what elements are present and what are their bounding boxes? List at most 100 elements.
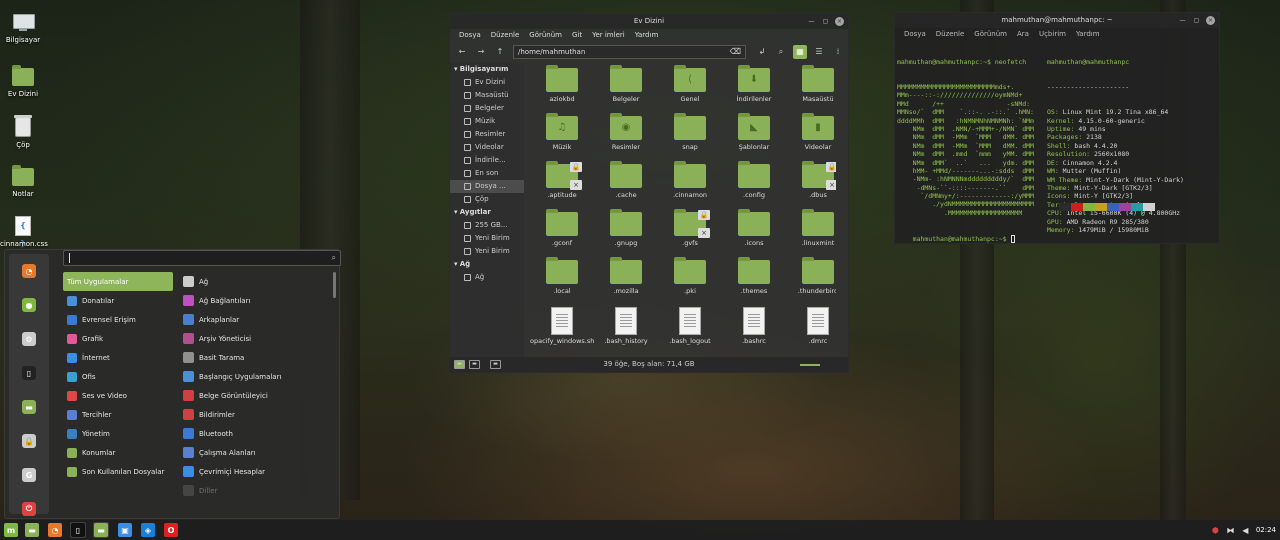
- file-item[interactable]: .cinnamon: [658, 161, 722, 209]
- sidebar-item[interactable]: En son: [450, 167, 524, 180]
- sidebar-item[interactable]: Ağ: [450, 271, 524, 284]
- menu-category[interactable]: Ses ve Video: [63, 386, 173, 405]
- file-item[interactable]: .thunderbird: [786, 257, 836, 305]
- taskbar-item[interactable]: m: [3, 522, 19, 538]
- taskbar-item[interactable]: ▬: [24, 522, 40, 538]
- menu-app-item[interactable]: Basit Tarama: [179, 348, 329, 367]
- menu-1[interactable]: Düzenle: [486, 29, 525, 42]
- terminal-titlebar[interactable]: mahmuthan@mahmuthanpc: ~ — ▢ ×: [895, 13, 1219, 28]
- favorite-item[interactable]: ▯: [9, 356, 49, 390]
- file-item[interactable]: ▮ Videolar: [786, 113, 836, 161]
- menu-category[interactable]: Son Kullanılan Dosyalar: [63, 462, 173, 481]
- menu-category[interactable]: Ofis: [63, 367, 173, 386]
- menu-category[interactable]: Tüm Uygulamalar: [63, 272, 173, 291]
- terminal-menu-4[interactable]: Uçbirim: [1034, 28, 1071, 41]
- desktop-icon-trash[interactable]: Çöp: [0, 115, 46, 149]
- menu-5[interactable]: Yardım: [630, 29, 664, 42]
- favorite-item[interactable]: ⚙: [9, 322, 49, 356]
- menu-app-item[interactable]: Bluetooth: [179, 424, 329, 443]
- places-toggle-icon[interactable]: ▬: [454, 360, 465, 369]
- file-item[interactable]: .pki: [658, 257, 722, 305]
- menu-category[interactable]: Konumlar: [63, 443, 173, 462]
- file-item[interactable]: .mozilla: [594, 257, 658, 305]
- file-item[interactable]: snap: [658, 113, 722, 161]
- sidebar-item[interactable]: 255 GB...: [450, 219, 524, 232]
- sidebar-hide-icon[interactable]: ▬: [490, 360, 501, 369]
- file-item[interactable]: .bash_logout: [658, 305, 722, 353]
- menu-scrollbar[interactable]: [333, 272, 336, 298]
- zoom-slider[interactable]: [800, 364, 820, 366]
- menu-category[interactable]: İnternet: [63, 348, 173, 367]
- sidebar-item[interactable]: Müzik: [450, 115, 524, 128]
- sidebar-section-title[interactable]: Aygıtlar: [450, 206, 524, 219]
- menu-app-item[interactable]: Diller: [179, 481, 329, 498]
- menu-2[interactable]: Görünüm: [524, 29, 567, 42]
- file-item[interactable]: .config: [722, 161, 786, 209]
- forward-arrow-icon[interactable]: →: [474, 45, 488, 59]
- menu-app-item[interactable]: Çevrimiçi Hesaplar: [179, 462, 329, 481]
- menu-app-item[interactable]: Çalışma Alanları: [179, 443, 329, 462]
- file-item[interactable]: 🔒 × .aptitude: [530, 161, 594, 209]
- menu-category[interactable]: Evrensel Erişim: [63, 310, 173, 329]
- file-item[interactable]: ◉ Resimler: [594, 113, 658, 161]
- taskbar-item[interactable]: ◈: [140, 522, 156, 538]
- search-icon[interactable]: ⌕: [774, 45, 788, 59]
- file-item[interactable]: Masaüstü: [786, 65, 836, 113]
- file-item[interactable]: 🔒 × .dbus: [786, 161, 836, 209]
- update-icon[interactable]: ⬢: [1211, 526, 1220, 535]
- sidebar-item[interactable]: Videolar: [450, 141, 524, 154]
- close-icon[interactable]: ×: [1206, 16, 1215, 25]
- sidebar-section-title[interactable]: Ağ: [450, 258, 524, 271]
- file-manager-titlebar[interactable]: Ev Dizini — ▢ ×: [450, 14, 848, 29]
- menu-search-input[interactable]: ⌕: [63, 250, 341, 266]
- taskbar-item[interactable]: ◔: [47, 522, 63, 538]
- maximize-icon[interactable]: ▢: [821, 17, 830, 26]
- terminal-menu-0[interactable]: Dosya: [899, 28, 931, 41]
- menu-app-item[interactable]: Ağ: [179, 272, 329, 291]
- menu-app-item[interactable]: Başlangıç Uygulamaları: [179, 367, 329, 386]
- sidebar-item[interactable]: Çöp: [450, 193, 524, 206]
- sidebar-item[interactable]: Masaüstü: [450, 89, 524, 102]
- close-icon[interactable]: ×: [835, 17, 844, 26]
- location-input[interactable]: /home/mahmuthan ⌫: [513, 45, 746, 59]
- maximize-icon[interactable]: ▢: [1192, 16, 1201, 25]
- toggle-location-icon[interactable]: ↲: [755, 45, 769, 59]
- file-item[interactable]: .gconf: [530, 209, 594, 257]
- sidebar-item[interactable]: Resimler: [450, 128, 524, 141]
- menu-category[interactable]: Donatılar: [63, 291, 173, 310]
- terminal-menu-1[interactable]: Düzenle: [931, 28, 970, 41]
- list-view-icon[interactable]: ☰: [812, 45, 826, 59]
- desktop-icon-computer[interactable]: Bilgisayar: [0, 14, 46, 44]
- sidebar-section-title[interactable]: Bilgisayarım: [450, 63, 524, 76]
- file-item[interactable]: .dmrc: [786, 305, 836, 353]
- minimize-icon[interactable]: —: [807, 17, 816, 26]
- taskbar-item[interactable]: ▣: [117, 522, 133, 538]
- taskbar-item[interactable]: O: [163, 522, 179, 538]
- terminal-menu-3[interactable]: Ara: [1012, 28, 1034, 41]
- menu-app-item[interactable]: Arşiv Yöneticisi: [179, 329, 329, 348]
- taskbar-item[interactable]: ▯: [70, 522, 86, 538]
- tree-toggle-icon[interactable]: ▬: [469, 360, 480, 369]
- menu-category[interactable]: Tercihler: [63, 405, 173, 424]
- menu-category[interactable]: Yönetim: [63, 424, 173, 443]
- taskbar-item[interactable]: ▬: [93, 522, 109, 538]
- favorite-item[interactable]: ▬: [9, 390, 49, 424]
- up-arrow-icon[interactable]: ↑: [493, 45, 507, 59]
- file-item[interactable]: .icons: [722, 209, 786, 257]
- menu-3[interactable]: Git: [567, 29, 587, 42]
- file-item[interactable]: opacify_windows.sh: [530, 305, 594, 353]
- network-icon[interactable]: ⧓: [1226, 526, 1235, 535]
- file-item[interactable]: .bash_history: [594, 305, 658, 353]
- file-item[interactable]: ⬇ İndirilenler: [722, 65, 786, 113]
- minimize-icon[interactable]: —: [1178, 16, 1187, 25]
- file-item[interactable]: .gnupg: [594, 209, 658, 257]
- menu-category[interactable]: Grafik: [63, 329, 173, 348]
- clock[interactable]: 02:24: [1256, 526, 1276, 534]
- menu-4[interactable]: Yer imleri: [587, 29, 630, 42]
- back-arrow-icon[interactable]: ←: [455, 45, 469, 59]
- file-item[interactable]: .linuxmint: [786, 209, 836, 257]
- menu-app-item[interactable]: Belge Görüntüleyici: [179, 386, 329, 405]
- sidebar-item[interactable]: Ev Dizini: [450, 76, 524, 89]
- compact-view-icon[interactable]: ⁞: [831, 45, 845, 59]
- favorite-item[interactable]: ◔: [9, 254, 49, 288]
